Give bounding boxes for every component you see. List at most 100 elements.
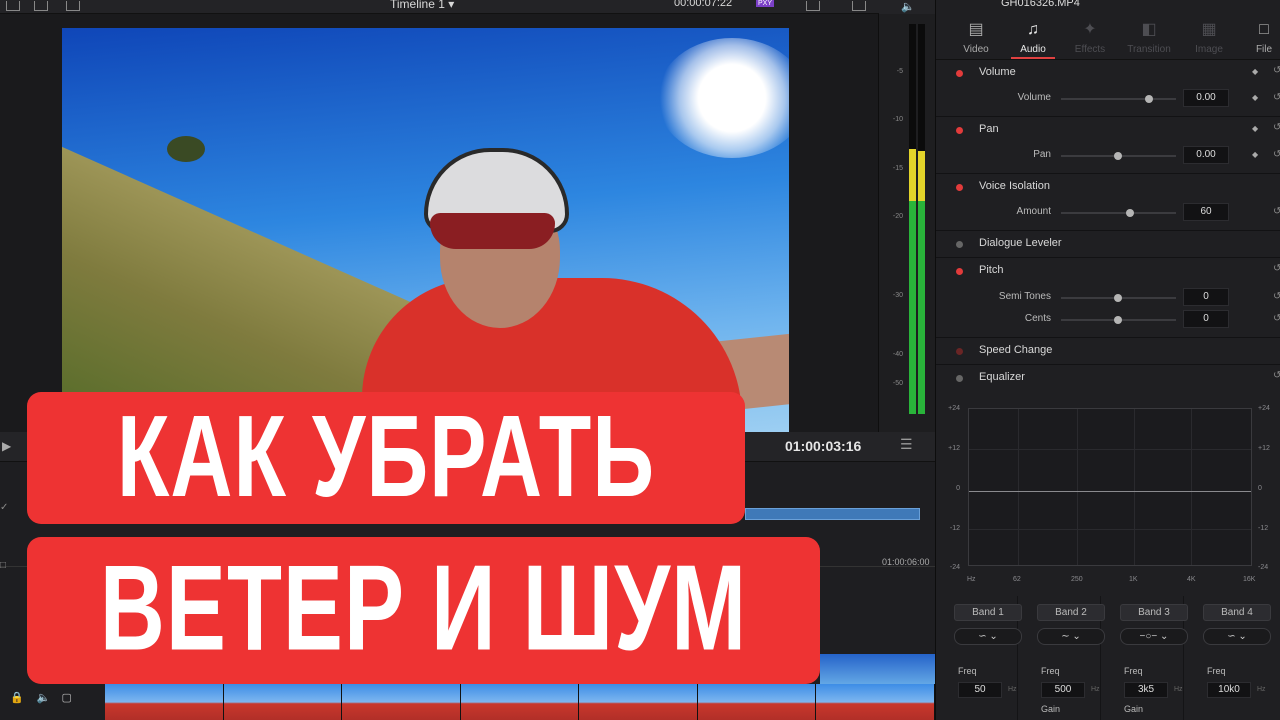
play-icon[interactable]: ▶ — [2, 439, 11, 453]
tab-effects[interactable]: ✦ Effects — [1060, 16, 1120, 60]
tab-transition[interactable]: ◧ Transition — [1119, 16, 1179, 60]
reset-icon[interactable]: ↺ — [1273, 263, 1280, 274]
meter-scale-label: -5 — [896, 68, 903, 75]
reset-icon[interactable]: ↺ — [1273, 92, 1280, 103]
meter-left — [909, 24, 916, 414]
image-icon: ▦ — [1201, 21, 1217, 38]
reset-icon[interactable]: ↺ — [1273, 122, 1280, 133]
equalizer-toggle[interactable] — [956, 375, 963, 382]
tab-video[interactable]: ▤ Video — [946, 16, 1006, 60]
eq-x-label: 4K — [1187, 576, 1196, 583]
proxy-badge[interactable]: PXY — [756, 0, 775, 7]
track-video-icon[interactable]: ▢ — [62, 692, 72, 704]
amount-field[interactable]: 60 — [1183, 203, 1229, 221]
speaker-icon[interactable]: 🔈 — [901, 0, 915, 13]
slider-knob[interactable] — [1114, 152, 1122, 160]
band-4-button[interactable]: Band 4 — [1203, 604, 1271, 621]
speed-change-header[interactable]: Speed Change — [936, 338, 1280, 364]
viewer-toolbar: Timeline 1 ▾ 00:00:07:22 PXY — [0, 0, 935, 14]
slider-knob[interactable] — [1114, 294, 1122, 302]
tab-file[interactable]: □ File — [1234, 16, 1280, 60]
band-1-button[interactable]: Band 1 — [954, 604, 1022, 621]
band-1-freq-field[interactable]: 50 — [958, 682, 1002, 698]
band-3-filter-select[interactable]: −○− ⌄ — [1120, 628, 1188, 645]
pan-header[interactable]: Pan ◆ ↺ — [936, 117, 1280, 143]
eq-y-label: -12 — [1258, 525, 1269, 532]
meter-scale-label: -40 — [892, 351, 903, 358]
video-frame[interactable] — [62, 28, 789, 438]
cents-slider[interactable] — [1061, 316, 1176, 324]
band-3-button[interactable]: Band 3 — [1120, 604, 1188, 621]
lock-icon[interactable]: 🔒 — [10, 692, 24, 704]
color-icon[interactable] — [852, 1, 866, 11]
timeline-menu-icon[interactable]: ☰ — [900, 436, 913, 453]
volume-header[interactable]: Volume ◆ ↺ — [936, 60, 1280, 86]
slider-knob[interactable] — [1114, 316, 1122, 324]
reset-icon[interactable]: ↺ — [1273, 206, 1280, 217]
inspector-tabs: ▤ Video ♫ Audio ✦ Effects ◧ Transition ▦… — [936, 16, 1280, 60]
slider-knob[interactable] — [1145, 95, 1153, 103]
volume-enable-toggle[interactable] — [956, 70, 963, 77]
pitch-enable-toggle[interactable] — [956, 268, 963, 275]
volume-slider[interactable] — [1061, 95, 1176, 103]
keyframe-icon[interactable]: ◆ — [1252, 67, 1258, 76]
snap-icon[interactable]: □ — [0, 560, 6, 571]
eq-x-label: 62 — [1013, 576, 1021, 583]
pan-enable-toggle[interactable] — [956, 127, 963, 134]
timeline-title[interactable]: Timeline 1 ▾ — [390, 0, 454, 11]
link-icon[interactable]: ✓ — [0, 502, 8, 513]
keyframe-icon[interactable]: ◆ — [1252, 150, 1258, 159]
keyframe-icon[interactable]: ◆ — [1252, 124, 1258, 133]
tab-image[interactable]: ▦ Image — [1179, 16, 1239, 60]
band-2-button[interactable]: Band 2 — [1037, 604, 1105, 621]
track-audio-icon[interactable]: 🔈 — [37, 692, 51, 704]
zoom-dropdown-icon[interactable] — [66, 1, 80, 11]
reset-icon[interactable]: ↺ — [1273, 313, 1280, 324]
reset-icon[interactable]: ↺ — [1273, 65, 1280, 76]
eq-plot[interactable] — [968, 408, 1252, 566]
ruler-timecode: 01:00:06:00 — [882, 557, 930, 567]
volume-field[interactable]: 0.00 — [1183, 89, 1229, 107]
band-3-freq-field[interactable]: 3k5 — [1124, 682, 1168, 698]
viewer[interactable] — [0, 14, 878, 438]
reset-icon[interactable]: ↺ — [1273, 149, 1280, 160]
eq-y-label: +24 — [948, 405, 960, 412]
band-4-filter-select[interactable]: ∽ ⌄ — [1203, 628, 1271, 645]
clip-thumbnail — [697, 684, 817, 720]
reset-icon[interactable]: ↺ — [1273, 291, 1280, 302]
pan-slider[interactable] — [1061, 152, 1176, 160]
pitch-header[interactable]: Pitch ↺ — [936, 258, 1280, 284]
dialogue-leveler-header[interactable]: Dialogue Leveler — [936, 231, 1280, 257]
slider-knob[interactable] — [1126, 209, 1134, 217]
keyframe-icon[interactable]: ◆ — [1252, 93, 1258, 102]
hz-unit: Hz — [1091, 686, 1100, 693]
cents-field[interactable]: 0 — [1183, 310, 1229, 328]
amount-slider[interactable] — [1061, 209, 1176, 217]
viewer-mode-icon[interactable] — [34, 1, 48, 11]
band-4-freq-field[interactable]: 10k0 — [1207, 682, 1251, 698]
dialogue-leveler-toggle[interactable] — [956, 241, 963, 248]
semi-tones-slider[interactable] — [1061, 294, 1176, 302]
eq-curve[interactable] — [969, 491, 1251, 492]
tab-audio[interactable]: ♫ Audio — [1003, 16, 1063, 60]
band-2-filter-select[interactable]: ∼ ⌄ — [1037, 628, 1105, 645]
layout-icon[interactable] — [6, 1, 20, 11]
band-2-freq-field[interactable]: 500 — [1041, 682, 1085, 698]
speed-change-section: Speed Change — [936, 338, 1280, 365]
transform-icon[interactable] — [806, 1, 820, 11]
film-icon: ▤ — [968, 21, 984, 38]
hz-unit: Hz — [1008, 686, 1017, 693]
band-1-filter-select[interactable]: ∽ ⌄ — [954, 628, 1022, 645]
voice-isolation-header[interactable]: Voice Isolation — [936, 174, 1280, 200]
semi-tones-field[interactable]: 0 — [1183, 288, 1229, 306]
eq-graph[interactable]: +24 +12 0 -12 -24 +24 +12 0 -12 -24 Hz 6… — [936, 392, 1280, 592]
voice-isolation-toggle[interactable] — [956, 184, 963, 191]
freq-label: Freq — [958, 666, 977, 676]
speed-change-toggle[interactable] — [956, 348, 963, 355]
video-clip-track[interactable] — [105, 684, 936, 720]
audio-clip[interactable] — [745, 508, 920, 520]
pan-field[interactable]: 0.00 — [1183, 146, 1229, 164]
meter-right — [918, 24, 925, 414]
reset-icon[interactable]: ↺ — [1273, 370, 1280, 381]
equalizer-header[interactable]: Equalizer ↺ — [936, 365, 1280, 391]
